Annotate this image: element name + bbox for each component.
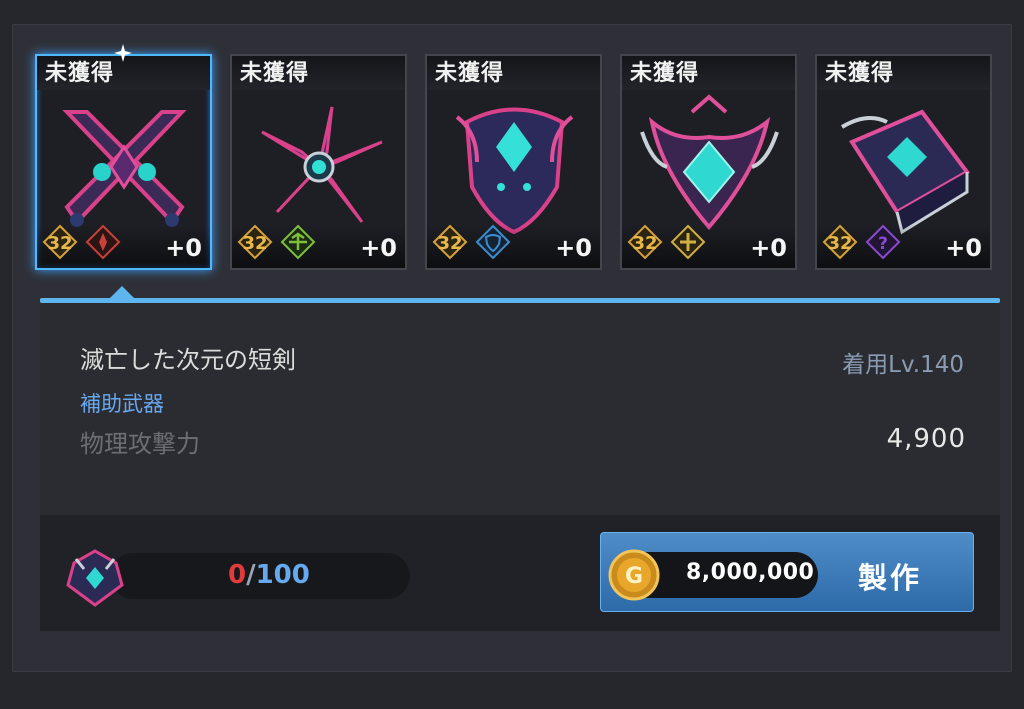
material-need: 100 xyxy=(255,560,310,590)
svg-text:32: 32 xyxy=(242,233,267,254)
level-badge: 32 xyxy=(42,224,78,260)
question-icon: ? xyxy=(865,224,901,260)
shuriken-icon xyxy=(261,106,383,223)
material-count: 0/100 xyxy=(228,560,310,590)
equipment-card-1[interactable]: 未獲得 32 +0 xyxy=(35,54,212,270)
level-badge: 32 xyxy=(822,224,858,260)
enhancement-level: +0 xyxy=(750,234,787,262)
stat-name: 物理攻撃力 xyxy=(80,430,200,458)
shield-icon xyxy=(455,107,574,235)
required-level: 着用Lv.140 xyxy=(842,352,964,378)
item-details xyxy=(40,303,1000,515)
enhancement-level: +0 xyxy=(555,234,592,262)
equipment-card-3[interactable]: 未獲得 32 +0 xyxy=(425,54,602,270)
warrior-icon xyxy=(85,224,121,260)
card-status-label: 未獲得 xyxy=(817,56,990,90)
enhancement-level: +0 xyxy=(945,234,982,262)
equipment-card-2[interactable]: 未獲得 32 +0 xyxy=(230,54,407,270)
relic-icon xyxy=(640,94,779,231)
level-badge: 32 xyxy=(432,224,468,260)
archer-icon xyxy=(280,224,316,260)
card-status-label: 未獲得 xyxy=(427,56,600,90)
equipment-card-4[interactable]: 未獲得 32 +0 xyxy=(620,54,797,270)
svg-text:32: 32 xyxy=(827,233,852,254)
stat-value: 4,900 xyxy=(886,424,966,454)
card-status-label: 未獲得 xyxy=(622,56,795,90)
crossed-daggers-icon xyxy=(62,110,187,227)
svg-text:?: ? xyxy=(878,234,888,254)
level-badge: 32 xyxy=(237,224,273,260)
equipment-card-5[interactable]: 未獲得 32 ? +0 xyxy=(815,54,992,270)
level-badge: 32 xyxy=(627,224,663,260)
cross-icon xyxy=(670,224,706,260)
craft-button-label[interactable]: 製作 xyxy=(858,555,922,597)
svg-text:32: 32 xyxy=(47,233,72,254)
svg-text:G: G xyxy=(625,564,643,589)
svg-text:32: 32 xyxy=(632,233,657,254)
svg-text:32: 32 xyxy=(437,233,462,254)
card-status-label: 未獲得 xyxy=(232,56,405,90)
enhancement-level: +0 xyxy=(165,234,202,262)
gold-coin-icon: G xyxy=(608,549,660,601)
tome-icon xyxy=(840,109,970,235)
material-have: 0 xyxy=(228,560,247,590)
item-name: 滅亡した次元の短剣 xyxy=(80,346,296,374)
magic-shield-icon xyxy=(475,224,511,260)
craft-cost: 8,000,000 xyxy=(686,560,815,585)
material-separator: / xyxy=(246,560,256,590)
item-category: 補助武器 xyxy=(80,392,164,416)
enhancement-level: +0 xyxy=(360,234,397,262)
material-emblem-icon xyxy=(66,549,124,607)
sparkle-icon xyxy=(114,44,132,62)
